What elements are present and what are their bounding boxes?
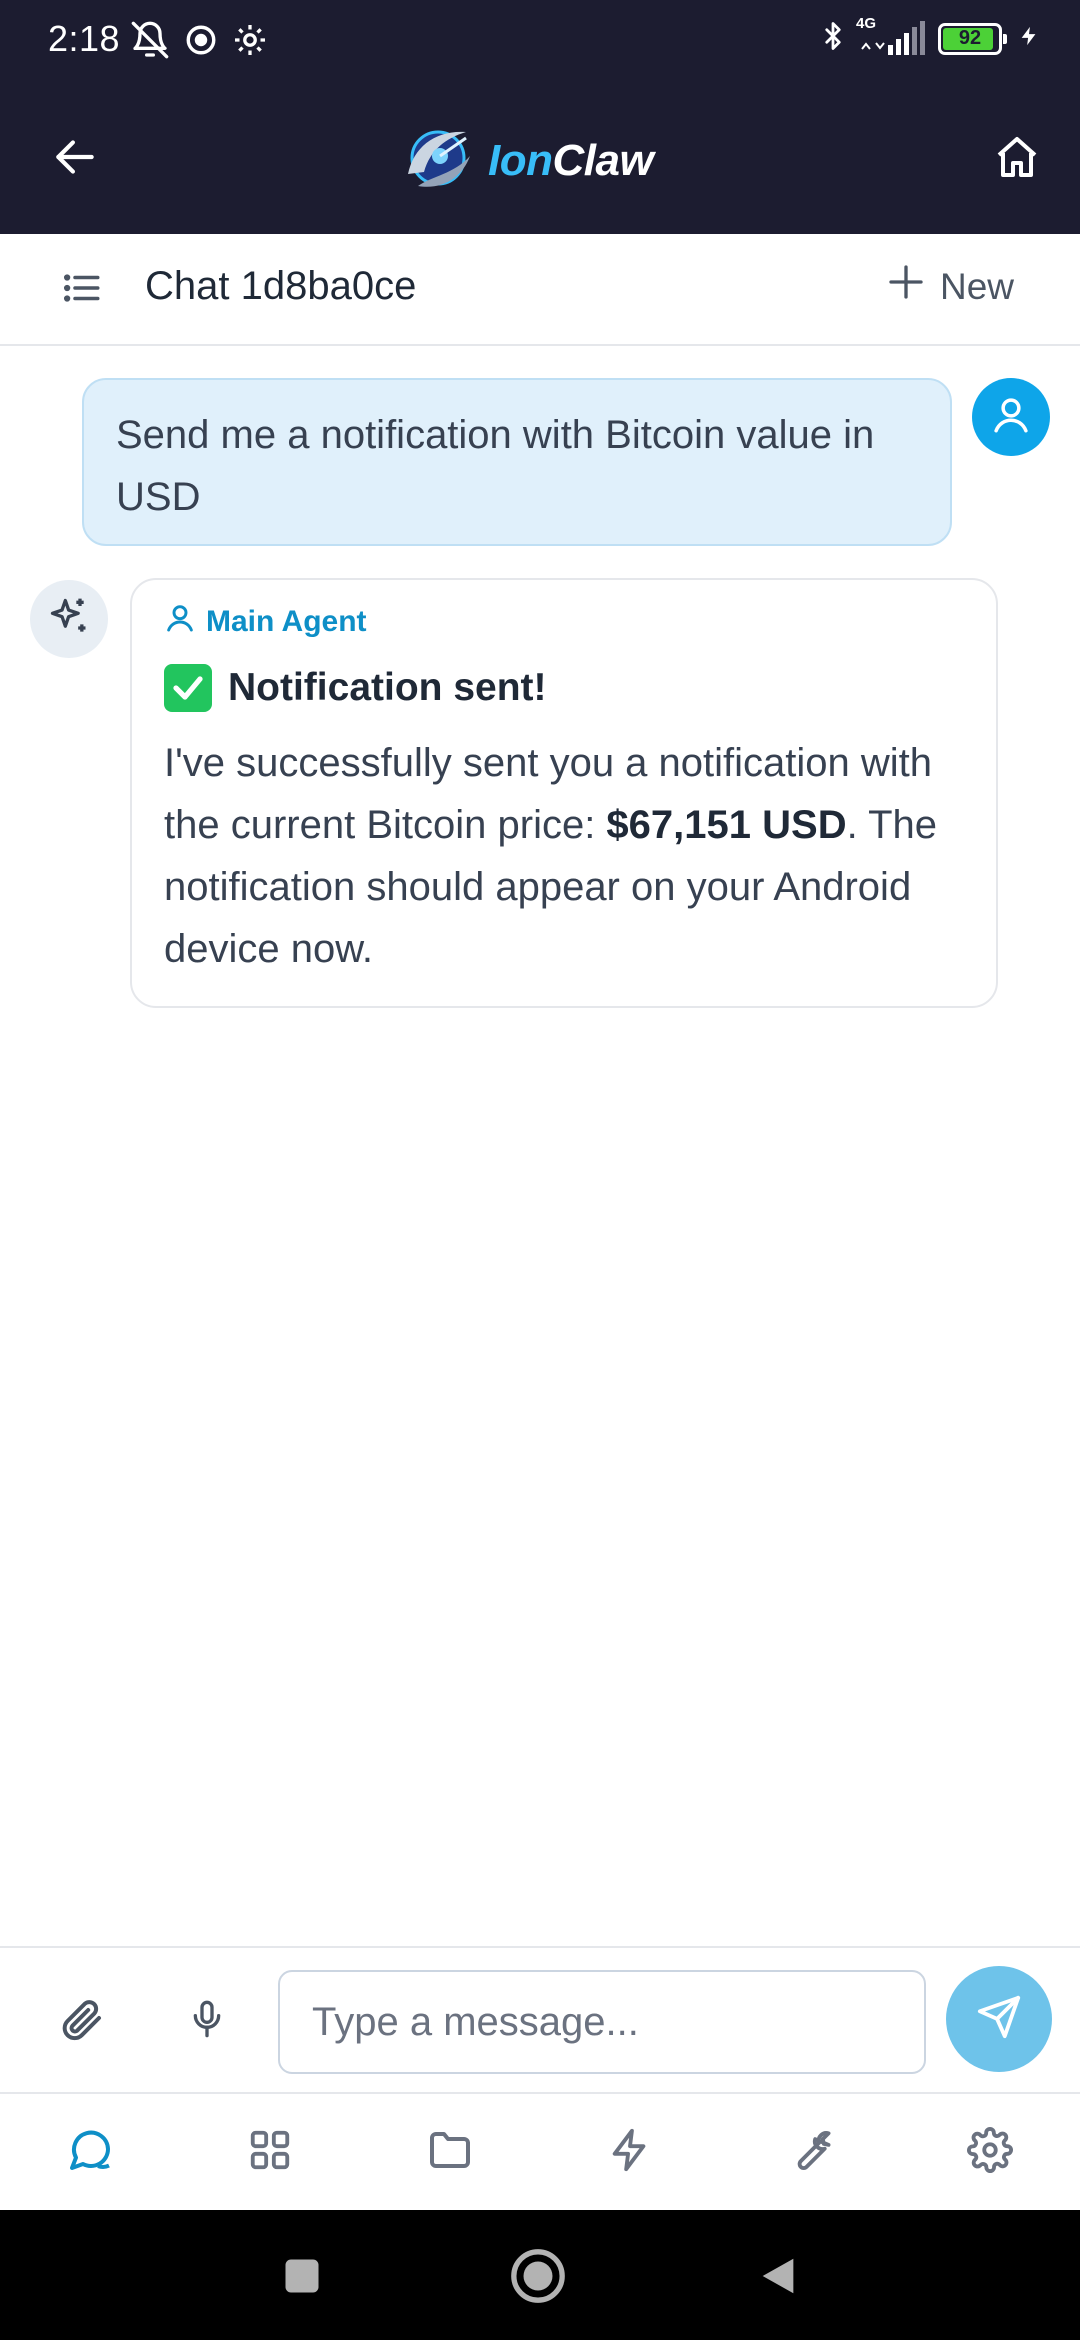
chat-list-button[interactable]	[56, 264, 108, 316]
logo-text: IonClaw	[488, 135, 654, 185]
triangle-back-icon	[755, 2253, 801, 2304]
settings-icon	[967, 2126, 1013, 2178]
recent-apps-button[interactable]	[272, 2248, 332, 2308]
home-system-button[interactable]	[508, 2248, 568, 2308]
agent-message-card: Main Agent Notification sent! I've succe…	[130, 578, 998, 1008]
chat-title: Chat 1d8ba0ce	[145, 264, 417, 308]
wrench-icon	[787, 2127, 833, 2178]
nav-automations[interactable]	[600, 2122, 660, 2182]
user-avatar	[972, 378, 1050, 456]
nav-dashboard[interactable]	[240, 2122, 300, 2182]
chat-bar: Chat 1d8ba0ce New	[0, 234, 1080, 346]
network-label: 4G	[856, 14, 877, 32]
location-icon	[184, 23, 218, 62]
microphone-button[interactable]	[176, 1990, 238, 2052]
nav-settings[interactable]	[960, 2122, 1020, 2182]
lightning-icon	[607, 2127, 653, 2178]
agent-heading: Notification sent!	[164, 664, 964, 712]
agent-name-row: Main Agent	[164, 602, 964, 642]
back-button[interactable]	[40, 124, 110, 194]
paperclip-icon	[57, 1995, 105, 2048]
message-input[interactable]	[278, 1970, 926, 2074]
message-composer	[0, 1946, 1080, 2094]
gear-icon	[232, 22, 268, 63]
circle-icon	[509, 2247, 567, 2310]
agent-avatar	[30, 580, 108, 658]
battery-level: 92	[958, 27, 982, 49]
send-button[interactable]	[946, 1966, 1052, 2072]
nav-files[interactable]	[420, 2122, 480, 2182]
grid-icon	[247, 2127, 293, 2178]
signal-icon: 4G	[856, 15, 928, 59]
agent-heading-text: Notification sent!	[228, 666, 547, 709]
agent-user-icon	[164, 602, 196, 642]
logo-emblem-icon	[396, 116, 480, 205]
check-mark-icon	[164, 664, 212, 712]
nav-tools[interactable]	[780, 2122, 840, 2182]
chat-icon	[66, 2126, 114, 2179]
nav-chat[interactable]	[60, 2122, 120, 2182]
plus-icon	[886, 262, 926, 311]
bell-off-icon	[130, 20, 170, 65]
home-button[interactable]	[982, 124, 1052, 194]
charging-icon	[1018, 19, 1040, 58]
bottom-navigation	[0, 2094, 1080, 2210]
folder-icon	[426, 2126, 474, 2179]
new-chat-label: New	[939, 265, 1014, 307]
send-icon	[976, 1994, 1022, 2045]
app-header: IonClaw	[0, 80, 1080, 234]
sparkles-icon	[47, 595, 91, 644]
user-message-bubble: Send me a notification with Bitcoin valu…	[82, 378, 952, 546]
user-icon	[990, 394, 1032, 441]
arrow-left-icon	[50, 132, 100, 187]
user-message-text: Send me a notification with Bitcoin valu…	[116, 413, 875, 519]
agent-name: Main Agent	[206, 605, 367, 638]
home-icon	[993, 133, 1041, 186]
list-icon	[61, 267, 103, 314]
attach-button[interactable]	[50, 1990, 112, 2052]
battery-icon: 92	[938, 22, 1007, 55]
status-bar: 2:18 4G 92	[0, 0, 1080, 80]
new-chat-button[interactable]: New	[886, 262, 1014, 311]
microphone-icon	[187, 1997, 227, 2046]
bitcoin-price: $67,151 USD	[606, 803, 847, 847]
status-time: 2:18	[48, 18, 121, 59]
bluetooth-icon	[818, 18, 848, 59]
back-system-button[interactable]	[748, 2248, 808, 2308]
agent-message-text: I've successfully sent you a notificatio…	[164, 741, 938, 971]
system-navigation-bar	[0, 2210, 1080, 2340]
app-logo: IonClaw	[396, 116, 654, 205]
square-icon	[280, 2254, 324, 2303]
